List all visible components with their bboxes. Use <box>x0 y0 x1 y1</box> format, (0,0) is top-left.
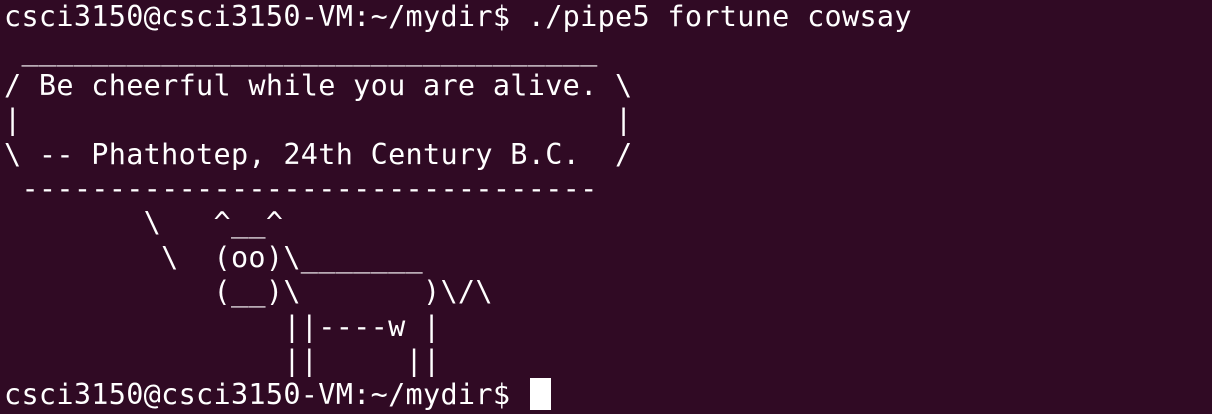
terminal-window[interactable]: csci3150@csci3150-VM:~/mydir$ ./pipe5 fo… <box>0 0 1212 414</box>
shell-prompt: csci3150@csci3150-VM:~/mydir$ <box>4 378 528 412</box>
command-line: csci3150@csci3150-VM:~/mydir$ ./pipe5 fo… <box>4 0 912 33</box>
speech-bubble-line: | | <box>4 103 633 137</box>
cow-ascii-line: \ ^__^ <box>4 206 284 240</box>
prompt-line[interactable]: csci3150@csci3150-VM:~/mydir$ <box>4 378 1212 412</box>
text-cursor <box>529 378 551 411</box>
speech-bubble-top: _________________________________ <box>4 34 598 68</box>
cow-ascii-line: ||----w | <box>4 309 441 343</box>
cow-ascii-line: (__)\ )\/\ <box>4 275 493 309</box>
cow-ascii-line: || || <box>4 343 441 377</box>
speech-bubble-bottom: --------------------------------- <box>4 171 598 205</box>
speech-bubble-line: \ -- Phathotep, 24th Century B.C. / <box>4 137 633 171</box>
cow-ascii-line: \ (oo)\_______ <box>4 240 424 274</box>
speech-bubble-line: / Be cheerful while you are alive. \ <box>4 68 633 102</box>
